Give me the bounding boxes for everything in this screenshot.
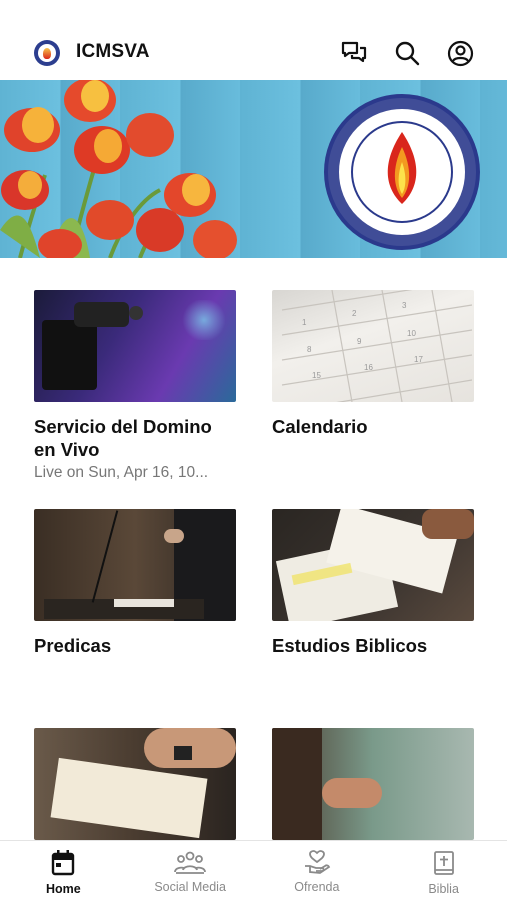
calendar-icon: [52, 850, 75, 876]
svg-text:10: 10: [407, 329, 416, 338]
tab-social-media[interactable]: Social Media: [127, 841, 254, 901]
tab-label: Ofrenda: [294, 880, 340, 894]
svg-text:1: 1: [302, 318, 307, 327]
card-calendar[interactable]: 1 2 3 8 9 10 15 16 17 Calendario: [272, 290, 474, 438]
hero-banner: [0, 80, 507, 258]
svg-text:2: 2: [352, 309, 357, 318]
tab-label: Social Media: [154, 880, 226, 894]
church-logo-icon: [34, 40, 60, 66]
tulips-image: [0, 80, 237, 258]
tab-ofrenda[interactable]: Ofrenda: [254, 841, 381, 901]
chat-icon[interactable]: [339, 38, 369, 68]
card-title: Calendario: [272, 416, 368, 437]
card-title: Estudios Biblicos: [272, 635, 428, 656]
card-prayer[interactable]: [272, 728, 474, 840]
profile-icon[interactable]: [445, 38, 475, 68]
giving-hand-icon: [304, 850, 331, 874]
search-icon[interactable]: [392, 38, 422, 68]
svg-text:3: 3: [402, 301, 407, 310]
card-thumbnail: [272, 509, 474, 621]
top-app-bar: ICMSVA: [0, 28, 507, 78]
card-title: Servicio del Domino en Vivo: [34, 416, 212, 460]
card-thumbnail: [34, 509, 236, 621]
card-live-service[interactable]: Servicio del Domino en Vivo Live on Sun,…: [34, 290, 236, 482]
tab-home[interactable]: Home: [0, 841, 127, 901]
card-thumbnail: 1 2 3 8 9 10 15 16 17: [272, 290, 474, 402]
card-subtitle: Live on Sun, Apr 16, 10...: [34, 464, 209, 481]
card-thumbnail: [34, 728, 236, 840]
card-thumbnail: [272, 728, 474, 840]
svg-text:17: 17: [414, 355, 423, 364]
bottom-tab-bar: Home Social Media Ofrenda Biblia: [0, 840, 507, 901]
bible-icon: [433, 851, 454, 875]
people-icon: [174, 851, 207, 874]
app-title: ICMSVA: [76, 41, 150, 62]
card-estudios-biblicos[interactable]: Estudios Biblicos: [272, 509, 474, 657]
card-thumbnail: [34, 290, 236, 402]
tab-label: Biblia: [428, 882, 459, 896]
card-bible-reading[interactable]: [34, 728, 236, 840]
svg-text:8: 8: [307, 345, 312, 354]
card-predicas[interactable]: Predicas: [34, 509, 236, 657]
tab-biblia[interactable]: Biblia: [380, 841, 507, 901]
svg-text:16: 16: [364, 363, 373, 372]
svg-text:15: 15: [312, 371, 321, 380]
tab-label: Home: [46, 882, 81, 896]
church-seal-image: [324, 94, 480, 250]
card-title: Predicas: [34, 635, 112, 656]
svg-text:9: 9: [357, 337, 362, 346]
